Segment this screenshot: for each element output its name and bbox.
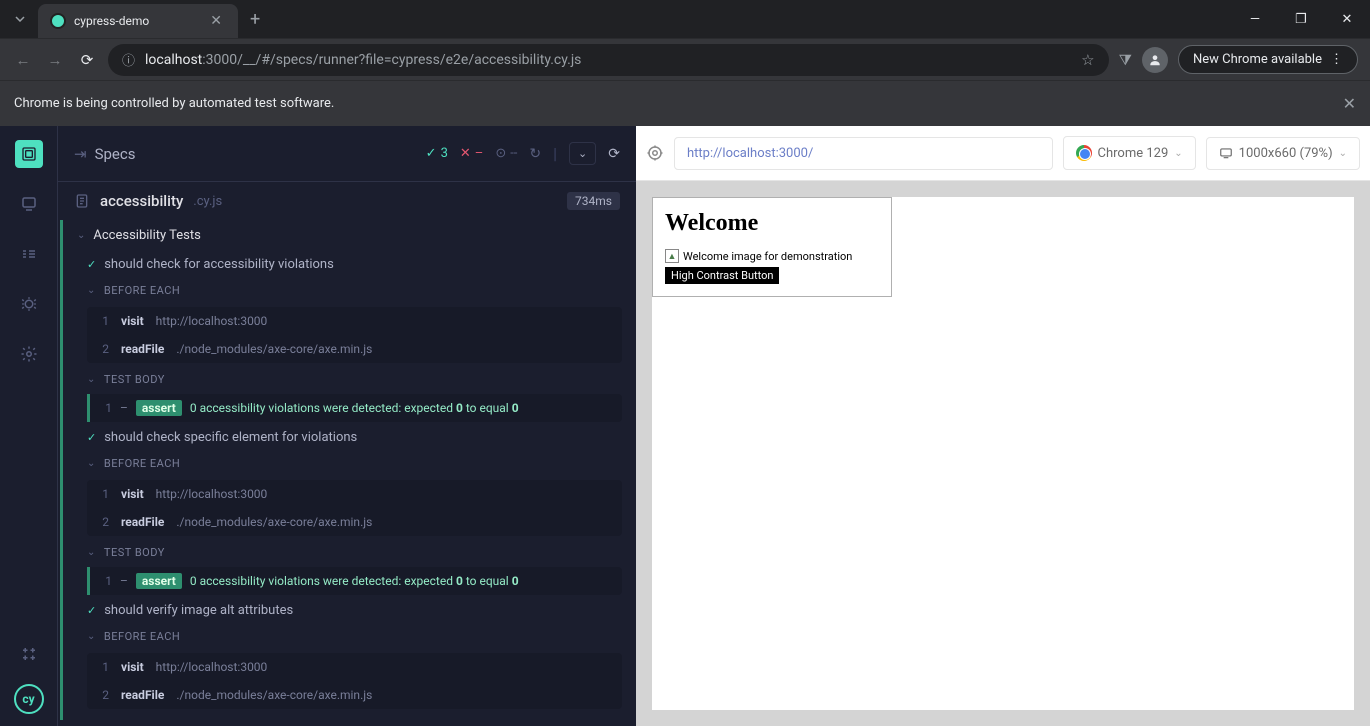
pending-count: ⊙ -- — [495, 146, 517, 161]
cypress-favicon — [50, 13, 66, 29]
menu-dots-icon: ⋮ — [1330, 52, 1343, 67]
extensions-icon[interactable]: ⧩ — [1119, 51, 1132, 69]
chevron-down-icon: ⌄ — [1174, 148, 1182, 159]
broken-image-icon: ▲ — [665, 249, 679, 263]
nav-runs-icon[interactable] — [15, 190, 43, 218]
url-text: localhost:3000/__/#/specs/runner?file=cy… — [145, 52, 581, 68]
address-bar[interactable]: ⓘ localhost:3000/__/#/specs/runner?file=… — [108, 44, 1109, 76]
close-window-button[interactable]: ✕ — [1324, 0, 1370, 38]
nav-keyboard-icon[interactable] — [15, 640, 43, 668]
nav-bug-icon[interactable] — [15, 290, 43, 318]
command-row[interactable]: 2readFile./node_modules/axe-core/axe.min… — [87, 508, 622, 536]
command-row[interactable]: 2readFile./node_modules/axe-core/axe.min… — [87, 335, 622, 363]
test-title[interactable]: ✓should verify image alt attributes — [63, 597, 636, 624]
command-block: 1visithttp://localhost:30002readFile./no… — [87, 653, 622, 709]
command-row[interactable]: 2readFile./node_modules/axe-core/axe.min… — [87, 681, 622, 709]
automation-notice: Chrome is being controlled by automated … — [14, 96, 334, 111]
bookmark-icon[interactable]: ☆ — [1081, 51, 1094, 69]
cypress-sidebar: cy — [0, 126, 58, 726]
nav-debug-icon[interactable] — [15, 240, 43, 268]
failed-count: ✕ – — [460, 146, 483, 161]
tab-title: cypress-demo — [74, 14, 206, 28]
close-tab-icon[interactable]: ✕ — [206, 13, 226, 29]
new-tab-button[interactable]: + — [250, 9, 260, 30]
app-under-test: http://localhost:3000/ Chrome 129 ⌄ 1000… — [636, 126, 1370, 726]
site-info-icon[interactable]: ⓘ — [122, 50, 135, 69]
high-contrast-button[interactable]: High Contrast Button — [665, 267, 779, 284]
minimize-button[interactable]: — — [1232, 0, 1278, 38]
reload-button[interactable]: ⟳ — [76, 51, 98, 69]
specs-heading: Specs — [95, 145, 136, 163]
close-infobar-icon[interactable]: ✕ — [1343, 94, 1356, 113]
before-each-label[interactable]: ⌄BEFORE EACH — [63, 278, 636, 303]
test-body-label[interactable]: ⌄TEST BODY — [63, 540, 636, 565]
specs-toggle-icon[interactable]: ⇥ — [74, 145, 87, 163]
rerun-icon[interactable]: ⟳ — [608, 146, 620, 162]
new-chrome-button[interactable]: New Chrome available ⋮ — [1178, 45, 1358, 74]
test-body-label[interactable]: ⌄TEST BODY — [63, 713, 636, 720]
auto-scroll-icon[interactable]: ↻ — [529, 146, 541, 162]
assertion-row[interactable]: 1–assert0 accessibility violations were … — [87, 394, 622, 422]
broken-image: ▲ Welcome image for demonstration — [665, 249, 879, 263]
nav-specs-icon[interactable] — [15, 140, 43, 168]
before-each-label[interactable]: ⌄BEFORE EACH — [63, 624, 636, 649]
aut-url[interactable]: http://localhost:3000/ — [674, 137, 1053, 170]
viewport-selector[interactable]: 1000x660 (79%) ⌄ — [1206, 137, 1360, 170]
spec-file-name: accessibility — [100, 192, 183, 210]
command-row[interactable]: 1visithttp://localhost:3000 — [87, 307, 622, 335]
profile-button[interactable] — [1142, 47, 1168, 73]
test-body-label[interactable]: ⌄TEST BODY — [63, 367, 636, 392]
selector-playground-icon[interactable] — [646, 144, 664, 162]
command-row[interactable]: 1visithttp://localhost:3000 — [87, 480, 622, 508]
app-preview-frame: Welcome ▲ Welcome image for demonstratio… — [652, 197, 892, 297]
command-row[interactable]: 1visithttp://localhost:3000 — [87, 653, 622, 681]
test-reporter: ⇥ Specs ✓ 3 ✕ – ⊙ -- ↻ | ⌄ ⟳ accessibili… — [58, 126, 636, 726]
viewport-icon — [1219, 146, 1233, 160]
file-icon — [74, 193, 90, 209]
nav-settings-icon[interactable] — [15, 340, 43, 368]
describe-block[interactable]: ⌄Accessibility Tests — [63, 220, 636, 251]
spec-file-row[interactable]: accessibility .cy.js 734ms — [58, 182, 636, 220]
test-title[interactable]: ✓should check specific element for viola… — [63, 424, 636, 451]
test-title[interactable]: ✓should check for accessibility violatio… — [63, 251, 636, 278]
command-block: 1visithttp://localhost:30002readFile./no… — [87, 307, 622, 363]
assertion-row[interactable]: 1–assert0 accessibility violations were … — [87, 567, 622, 595]
welcome-heading: Welcome — [665, 210, 879, 237]
cypress-logo[interactable]: cy — [14, 684, 44, 714]
chrome-icon — [1076, 145, 1092, 161]
browser-tab[interactable]: cypress-demo ✕ — [38, 4, 238, 38]
chevron-down-icon: ⌄ — [1339, 148, 1347, 159]
passed-count: ✓ 3 — [426, 146, 448, 161]
spec-file-ext: .cy.js — [193, 194, 222, 209]
spec-duration: 734ms — [567, 192, 620, 210]
before-each-label[interactable]: ⌄BEFORE EACH — [63, 451, 636, 476]
command-block: 1visithttp://localhost:30002readFile./no… — [87, 480, 622, 536]
back-button[interactable]: ← — [12, 51, 34, 69]
collapse-button[interactable]: ⌄ — [569, 142, 596, 165]
tab-list-dropdown[interactable] — [8, 7, 32, 31]
maximize-button[interactable]: ❐ — [1278, 0, 1324, 38]
browser-selector[interactable]: Chrome 129 ⌄ — [1063, 136, 1196, 170]
forward-button[interactable]: → — [44, 51, 66, 69]
